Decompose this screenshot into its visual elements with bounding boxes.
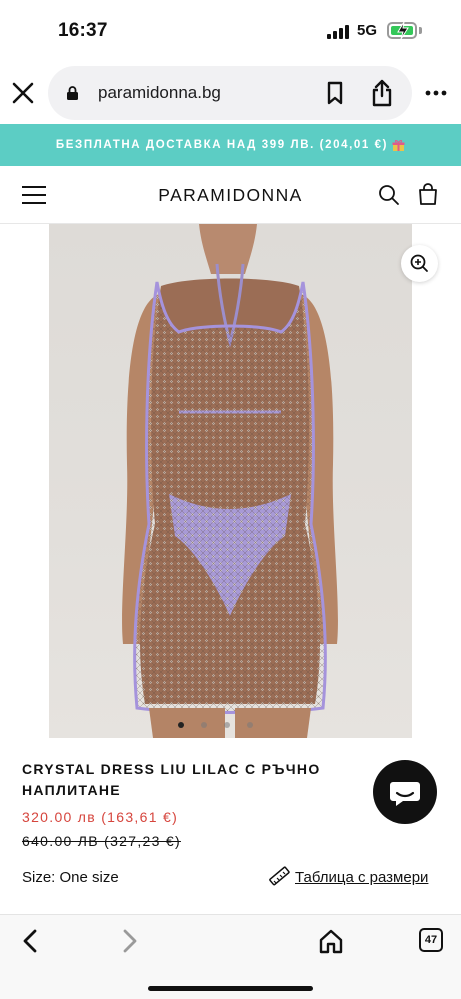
browser-toolbar: 47 (0, 914, 461, 999)
size-chart-label: Таблица с размери (295, 869, 429, 886)
bookmark-icon[interactable] (324, 81, 346, 105)
charging-icon (397, 21, 409, 40)
close-icon[interactable] (10, 80, 36, 106)
signal-icon (327, 25, 351, 39)
zoom-button[interactable] (401, 245, 438, 282)
chat-icon (390, 782, 420, 806)
gallery-dot[interactable] (247, 722, 253, 728)
promo-banner[interactable]: БЕЗПЛАТНА ДОСТАВКА НАД 399 ЛВ. (204,01 €… (0, 124, 461, 166)
product-title: CRYSTAL DRESS LIU LILAC С РЪЧНО НАПЛИТАН… (22, 761, 321, 798)
ruler-icon (269, 866, 290, 886)
size-label: Size: One size (22, 869, 119, 886)
zoom-in-icon (410, 254, 428, 272)
tabs-button[interactable]: 47 (419, 928, 443, 952)
gift-icon (392, 139, 405, 151)
status-bar: 16:37 5G (0, 0, 461, 62)
gallery-pagination (178, 722, 268, 730)
lock-icon (67, 86, 78, 100)
share-icon[interactable] (370, 78, 394, 108)
product-image[interactable] (49, 224, 412, 738)
network-label: 5G (357, 22, 378, 39)
status-time: 16:37 (58, 20, 108, 41)
promo-text: БЕЗПЛАТНА ДОСТАВКА НАД 399 ЛВ. (204,01 €… (55, 139, 389, 151)
cart-icon[interactable] (417, 182, 439, 206)
chat-button[interactable] (373, 760, 437, 824)
battery-tip (419, 27, 422, 34)
site-header: PARAMIDONNA (0, 166, 461, 224)
url-field[interactable]: paramidonna.bg (48, 66, 412, 120)
home-indicator (148, 986, 313, 991)
gallery-dot[interactable] (224, 722, 230, 728)
back-icon[interactable] (20, 928, 40, 954)
product-photo-illustration (122, 224, 338, 738)
url-text: paramidonna.bg (98, 83, 221, 102)
browser-address-bar: paramidonna.bg (0, 62, 461, 124)
search-icon[interactable] (378, 184, 400, 206)
product-price: 320.00 лв (163,61 €) (22, 809, 179, 825)
forward-icon[interactable] (120, 928, 140, 954)
product-old-price: 640.00 ЛВ (327,23 €) (22, 833, 181, 849)
gallery-dot[interactable] (178, 722, 184, 728)
home-icon[interactable] (318, 928, 344, 954)
gallery-dot[interactable] (201, 722, 207, 728)
more-icon[interactable] (424, 86, 448, 100)
